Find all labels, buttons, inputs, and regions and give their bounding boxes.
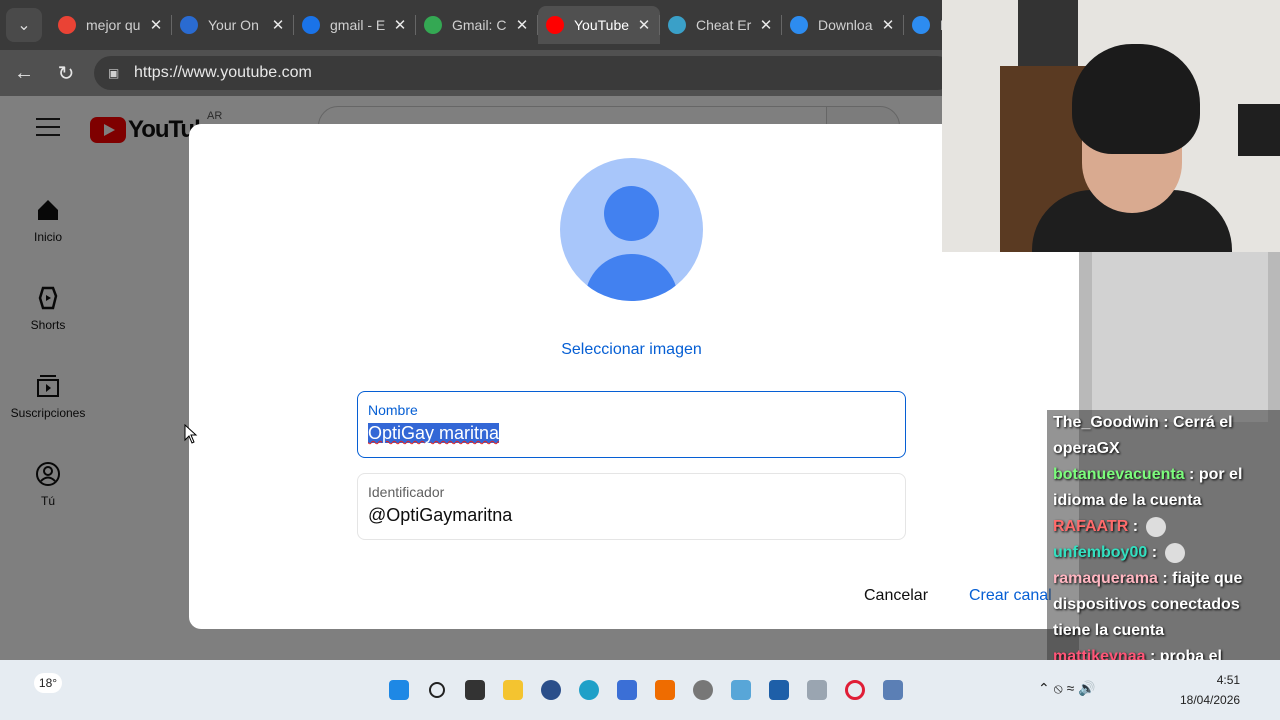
close-tab-icon[interactable]: ✕	[636, 16, 652, 34]
tab-title: Your On	[208, 17, 259, 33]
v-icon	[790, 16, 808, 34]
tab-title: mejor qu	[86, 17, 141, 33]
channel-name-field[interactable]: Nombre OptiGay maritna	[357, 391, 906, 458]
chat-message: ramaquerama : fiajte que dispositivos co…	[1053, 566, 1274, 644]
settings-gear-icon[interactable]	[684, 674, 722, 706]
app-icon-3[interactable]	[722, 674, 760, 706]
chat-username: botanuevacuenta	[1053, 466, 1185, 483]
chat-username: ramaquerama	[1053, 570, 1158, 587]
tab-title: Gmail: C	[452, 17, 507, 33]
chat-text: :	[1132, 518, 1139, 535]
app-icon[interactable]	[532, 674, 570, 706]
clock[interactable]: 4:51 18/04/2026	[1180, 670, 1240, 710]
tab-6[interactable]: Cheat Er ✕	[660, 6, 782, 44]
close-tab-icon[interactable]: ✕	[514, 16, 530, 34]
tab-strip: mejor qu ✕ Your On ✕ gmail - E ✕ Gmail: C ✕ YouT…	[50, 6, 1026, 44]
site-info-icon[interactable]: ▣	[108, 66, 122, 80]
chat-message: RAFAATR :	[1053, 514, 1274, 540]
webcam-overlay	[942, 0, 1280, 252]
channel-name-input[interactable]: OptiGay maritna	[368, 423, 500, 443]
google-icon	[58, 16, 76, 34]
address-bar[interactable]: ▣ https://www.youtube.com	[94, 56, 954, 90]
tab-title: YouTube	[574, 17, 630, 33]
close-tab-icon[interactable]: ✕	[392, 16, 408, 34]
chat-username: unfemboy00	[1053, 544, 1148, 561]
edge-icon[interactable]	[570, 674, 608, 706]
youtube-icon	[546, 16, 564, 34]
reload-icon[interactable]: ↻	[52, 59, 80, 87]
tab-list-button[interactable]: ⌄	[6, 8, 42, 42]
close-tab-icon[interactable]: ✕	[880, 16, 896, 34]
system-tray[interactable]: ⌃ ⦸ ≈ 🔊	[1038, 680, 1096, 697]
chat-message: unfemboy00 :	[1053, 540, 1274, 566]
tab-4[interactable]: Gmail: C ✕	[416, 6, 538, 44]
chat-emote-icon	[1146, 516, 1167, 537]
clock-time: 4:51	[1216, 673, 1241, 687]
handle-field[interactable]: Identificador @OptiGaymaritna	[357, 473, 906, 540]
shield-icon	[180, 16, 198, 34]
windows-taskbar: 18° ⌃ ⦸ ≈ 🔊 4:51 18/04/2026	[0, 660, 1280, 720]
close-tab-icon[interactable]: ✕	[148, 16, 164, 34]
chat-username: The_Goodwin	[1053, 414, 1159, 431]
close-tab-icon[interactable]: ✕	[758, 16, 774, 34]
chat-message: botanuevacuenta : por el idioma de la cu…	[1053, 462, 1274, 514]
chat-text: :	[1151, 544, 1158, 561]
weather-widget[interactable]: 18°	[34, 673, 62, 693]
download-icon[interactable]	[798, 674, 836, 706]
tab-1[interactable]: mejor qu ✕	[50, 6, 172, 44]
v-icon	[912, 16, 930, 34]
tab-title: Downloa	[818, 17, 873, 33]
app-icon-4[interactable]	[760, 674, 798, 706]
tab-2[interactable]: Your On ✕	[172, 6, 294, 44]
chat-emote-icon	[1165, 542, 1186, 563]
cancel-button[interactable]: Cancelar	[864, 587, 928, 605]
back-arrow-icon[interactable]: ←	[10, 59, 38, 87]
tab-title: Cheat Er	[696, 17, 752, 33]
start-button-icon[interactable]	[380, 674, 418, 706]
search-icon[interactable]	[418, 674, 456, 706]
shield-icon[interactable]	[874, 674, 912, 706]
tab-3[interactable]: gmail - E ✕	[294, 6, 416, 44]
close-tab-icon[interactable]: ✕	[270, 16, 286, 34]
gear-icon	[668, 16, 686, 34]
google-icon	[424, 16, 442, 34]
mouse-cursor-icon	[184, 424, 198, 444]
tab-7[interactable]: Downloa ✕	[782, 6, 904, 44]
chat-message: The_Goodwin : Cerrá el operaGX	[1053, 410, 1274, 462]
tab-title: gmail - E	[330, 17, 386, 33]
handle-label: Identificador	[368, 484, 445, 500]
opera-icon[interactable]	[836, 674, 874, 706]
tab-5[interactable]: YouTube ✕	[538, 6, 660, 44]
clock-date: 18/04/2026	[1180, 693, 1241, 707]
create-channel-button[interactable]: Crear canal	[969, 587, 1052, 605]
select-image-link[interactable]: Seleccionar imagen	[189, 341, 1074, 359]
taskbar-apps	[380, 674, 912, 706]
avatar-placeholder[interactable]	[560, 158, 703, 301]
url-text: https://www.youtube.com	[134, 64, 312, 81]
app-icon-2[interactable]	[646, 674, 684, 706]
handle-input[interactable]: @OptiGaymaritna	[368, 505, 895, 526]
channel-name-label: Nombre	[368, 402, 418, 418]
chat-username: RAFAATR	[1053, 518, 1129, 535]
file-explorer-icon[interactable]	[494, 674, 532, 706]
search-icon	[302, 16, 320, 34]
task-view-icon[interactable]	[456, 674, 494, 706]
store-icon[interactable]	[608, 674, 646, 706]
